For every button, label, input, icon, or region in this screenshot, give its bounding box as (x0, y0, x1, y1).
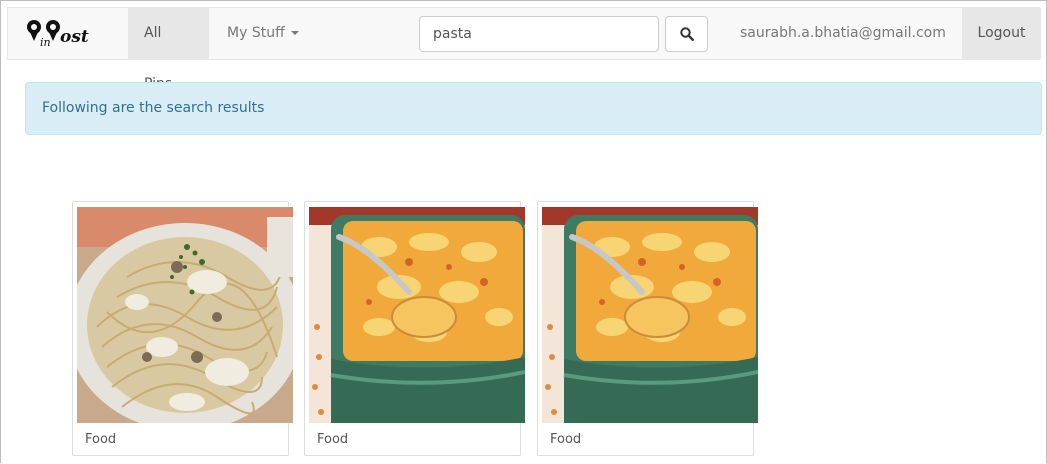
caret-down-icon (290, 31, 299, 35)
logo-pin-icon: in ost (27, 20, 89, 49)
navbar: in ost All Pins My Stuff saurabh.a.bhati… (7, 7, 1041, 92)
pin-category: Food (550, 432, 582, 447)
pin-category: Food (85, 432, 117, 447)
search-input[interactable] (419, 16, 659, 52)
pin-image-pasta[interactable] (77, 207, 293, 423)
result-card[interactable]: Food (72, 201, 293, 456)
search-button[interactable] (665, 16, 708, 52)
pin-image-casserole[interactable] (542, 207, 758, 423)
user-email[interactable]: saurabh.a.bhatia@gmail.com (726, 8, 960, 59)
brand-logo[interactable]: in ost (26, 18, 112, 50)
pin-category: Food (317, 432, 349, 447)
nav-my-stuff-dropdown[interactable]: My Stuff (211, 8, 326, 59)
pin-image-casserole[interactable] (309, 207, 525, 423)
svg-text:ost: ost (60, 27, 89, 47)
my-stuff-label: My Stuff (227, 25, 285, 41)
logout-button[interactable]: Logout (962, 8, 1041, 59)
result-card[interactable]: Food (304, 201, 525, 456)
search-icon (679, 27, 694, 41)
search-results-alert: Following are the search results (25, 82, 1042, 135)
nav-all-pins[interactable]: All Pins (128, 8, 209, 92)
svg-text:in: in (40, 36, 51, 49)
result-card[interactable]: Food (537, 201, 758, 456)
app-window: in ost All Pins My Stuff saurabh.a.bhati… (0, 0, 1047, 463)
